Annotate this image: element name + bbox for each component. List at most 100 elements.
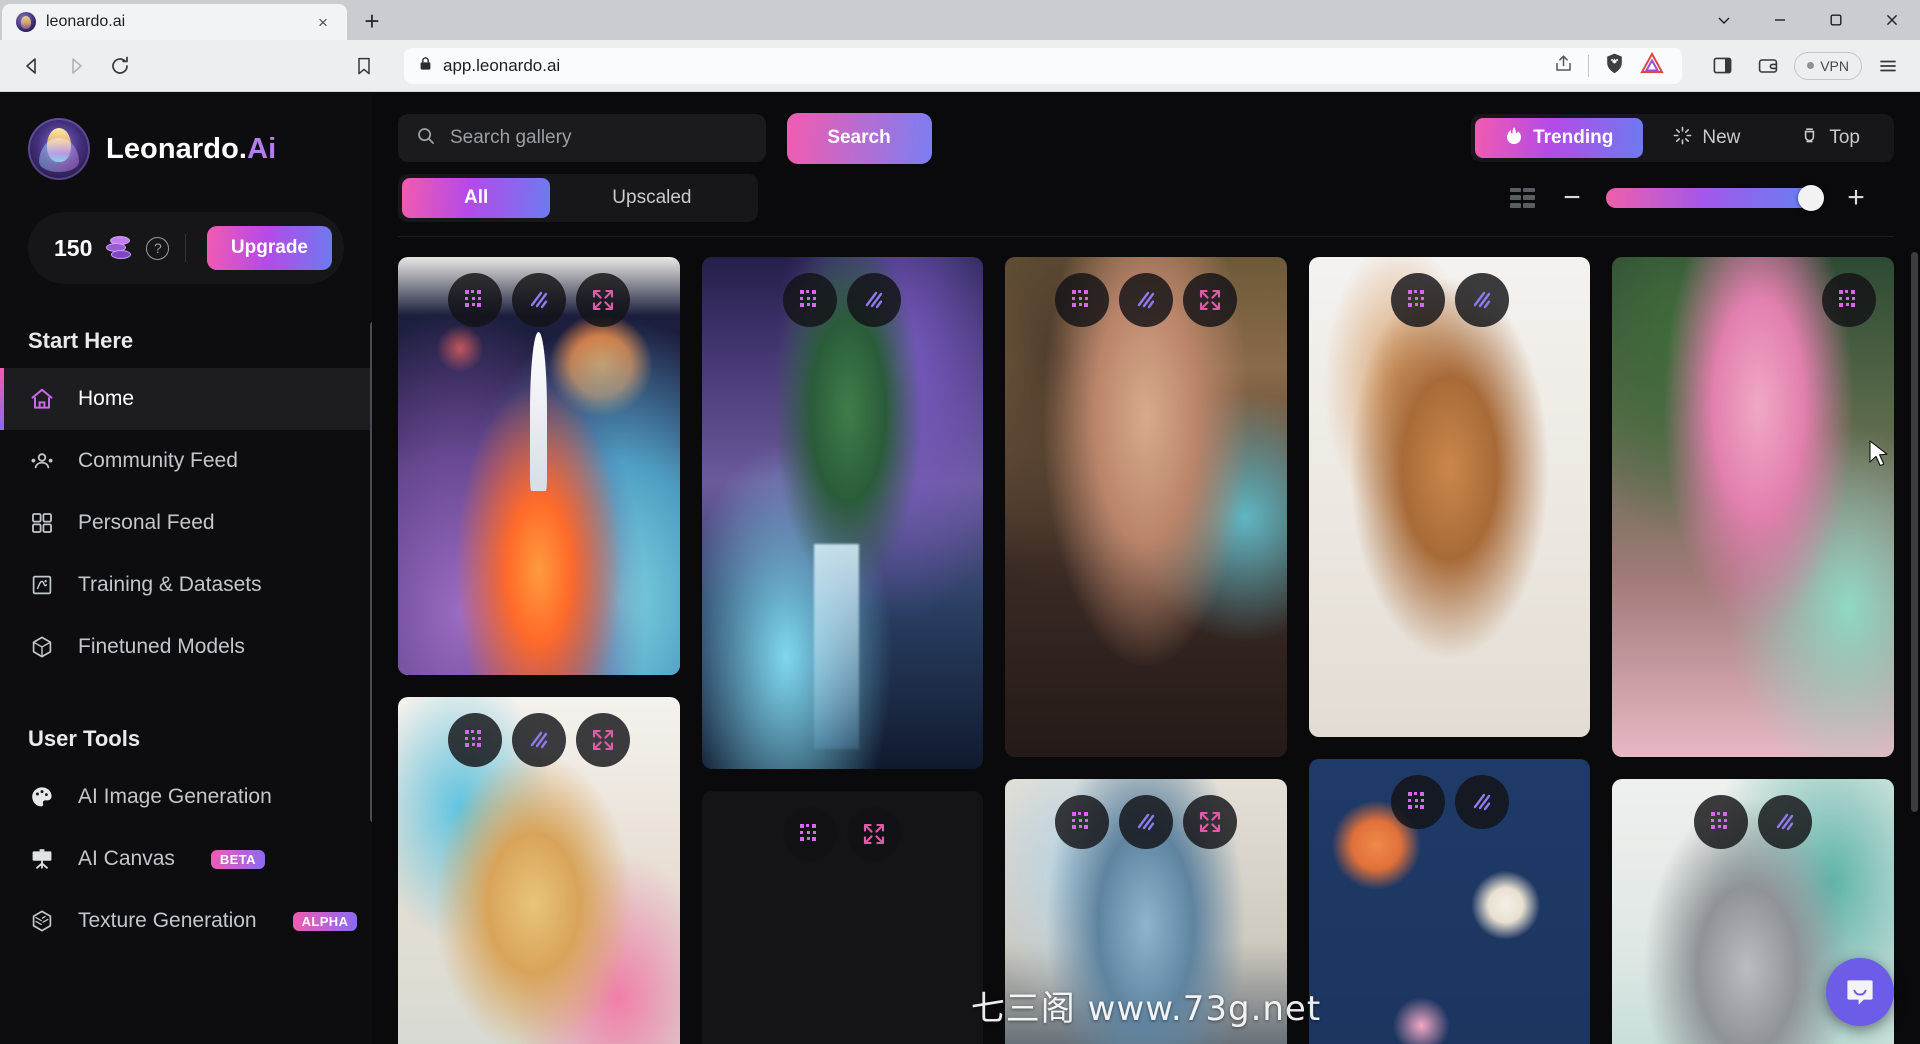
tab-close-icon[interactable]: ×	[311, 10, 335, 34]
remix-qr-icon[interactable]	[1821, 273, 1876, 327]
browser-tab[interactable]: leonardo.ai ×	[2, 4, 347, 40]
gallery-card-chihuahua-watercolor-portrait[interactable]	[1308, 257, 1591, 737]
remix-qr-icon[interactable]	[783, 807, 838, 861]
sidebar-item-ai-image-generation[interactable]: AI Image Generation	[0, 766, 372, 828]
motion-lines-icon[interactable]	[511, 273, 566, 327]
sidebar-item-training-datasets[interactable]: Training & Datasets	[0, 554, 372, 616]
forward-arrow-icon[interactable]	[56, 46, 96, 86]
window-maximize-icon[interactable]	[1808, 0, 1864, 40]
new-tab-button[interactable]: +	[355, 4, 389, 38]
sidebar-label-community-feed: Community Feed	[78, 449, 238, 472]
masonry-grid	[398, 237, 1894, 1044]
gallery-card-floral-pattern-design[interactable]	[1308, 759, 1591, 1044]
tab-strip: leonardo.ai × +	[0, 0, 1920, 40]
tab-search-chevron-down-icon[interactable]	[1696, 0, 1752, 40]
sidebar-label-home: Home	[78, 387, 135, 410]
sidebar-item-home[interactable]: Home	[0, 368, 372, 430]
tab-top[interactable]: Top	[1770, 118, 1890, 158]
motion-lines-icon[interactable]	[1454, 273, 1509, 327]
page-scrollbar[interactable]	[1911, 252, 1918, 812]
home-icon	[28, 385, 56, 413]
filter-tab-all[interactable]: All	[402, 178, 551, 218]
sidebar-label-training-datasets: Training & Datasets	[78, 573, 262, 596]
credits-panel: 150 ? Upgrade	[28, 212, 344, 284]
upgrade-button[interactable]: Upgrade	[206, 226, 332, 270]
zoom-slider[interactable]	[1606, 185, 1824, 211]
sidebar-label-ai-canvas: AI Canvas	[78, 847, 175, 870]
sidebar-item-texture-generation[interactable]: Texture Generation ALPHA	[0, 890, 372, 952]
wallet-icon[interactable]	[1748, 46, 1788, 86]
expand-arrows-icon[interactable]	[1182, 795, 1237, 849]
window-minimize-icon[interactable]	[1752, 0, 1808, 40]
expand-arrows-icon[interactable]	[575, 273, 630, 327]
lock-icon	[418, 56, 433, 76]
remix-qr-icon[interactable]	[1694, 795, 1749, 849]
reload-icon[interactable]	[100, 46, 140, 86]
url-text: app.leonardo.ai	[443, 55, 561, 75]
share-icon[interactable]	[1553, 53, 1574, 79]
zoom-slider-handle[interactable]	[1798, 185, 1824, 211]
app-page: Leonardo.Ai 150 ? Upgrade Start Here Hom…	[0, 92, 1920, 1044]
grid-layout-icon[interactable]	[1508, 185, 1538, 211]
coin-stack-icon	[106, 236, 132, 260]
card-action-overlay	[1005, 273, 1287, 327]
vpn-label: VPN	[1820, 57, 1849, 74]
window-close-icon[interactable]	[1864, 0, 1920, 40]
brave-rewards-triangle-icon[interactable]	[1640, 51, 1664, 79]
zoom-in-button[interactable]: +	[1844, 183, 1868, 213]
gallery-card-pink-hair-fairy-portrait[interactable]	[1612, 257, 1894, 757]
app-sidebar: Leonardo.Ai 150 ? Upgrade Start Here Hom…	[0, 92, 372, 1044]
address-bar[interactable]: app.leonardo.ai	[404, 47, 1683, 84]
hamburger-menu-icon[interactable]	[1868, 46, 1908, 86]
motion-lines-icon[interactable]	[511, 713, 566, 767]
remix-qr-icon[interactable]	[783, 273, 838, 327]
expand-arrows-icon[interactable]	[575, 713, 630, 767]
gallery-card-blue-haired-warrior-character-sheet[interactable]	[1005, 779, 1287, 1044]
zoom-out-button[interactable]: −	[1560, 183, 1584, 213]
expand-arrows-icon[interactable]	[1182, 273, 1237, 327]
tab-trending[interactable]: Trending	[1475, 118, 1644, 158]
flame-icon	[1505, 126, 1523, 151]
motion-lines-icon[interactable]	[1454, 775, 1509, 829]
filter-tab-upscaled[interactable]: Upscaled	[550, 178, 753, 218]
gallery-card-lion-sunglasses-watercolor[interactable]	[398, 697, 680, 1044]
sidebar-item-finetuned-models[interactable]: Finetuned Models	[0, 616, 372, 678]
card-action-overlay	[1612, 795, 1894, 849]
remix-qr-icon[interactable]	[1054, 273, 1109, 327]
remix-qr-icon[interactable]	[447, 273, 502, 327]
search-button[interactable]: Search	[786, 112, 932, 164]
vpn-status-badge[interactable]: VPN	[1794, 51, 1862, 80]
gallery-card-cosmic-tree-waterfall-landscape[interactable]	[701, 257, 984, 769]
remix-qr-icon[interactable]	[1390, 775, 1445, 829]
sidebar-label-texture-generation: Texture Generation	[78, 909, 257, 932]
remix-qr-icon[interactable]	[1390, 273, 1445, 327]
tab-new[interactable]: New	[1643, 118, 1770, 158]
gallery-card-portrait-woman-necklace[interactable]	[1005, 257, 1287, 757]
gallery-card-space-shuttle-launch-illustration[interactable]	[398, 257, 680, 675]
sidebar-item-personal-feed[interactable]: Personal Feed	[0, 492, 372, 554]
question-mark-icon[interactable]: ?	[146, 236, 170, 260]
cube-icon	[28, 633, 56, 661]
motion-lines-icon[interactable]	[847, 273, 902, 327]
remix-qr-icon[interactable]	[447, 713, 502, 767]
chat-bubble-smile-icon[interactable]	[1826, 958, 1894, 1026]
filter-tab-group: All Upscaled	[398, 174, 758, 222]
gallery-card-egyptian-hieroglyph-papyrus[interactable]	[701, 791, 984, 1044]
sidebar-item-ai-canvas[interactable]: AI Canvas BETA	[0, 828, 372, 890]
motion-lines-icon[interactable]	[1118, 795, 1173, 849]
brave-lion-icon[interactable]	[1603, 52, 1626, 80]
card-action-overlay	[1309, 775, 1591, 829]
tab-label-trending: Trending	[1533, 127, 1614, 148]
back-arrow-icon[interactable]	[12, 46, 52, 86]
sidebar-panel-icon[interactable]	[1702, 46, 1742, 86]
motion-lines-icon[interactable]	[1118, 273, 1173, 327]
gallery-toolbar: Search Trending New	[372, 92, 1920, 237]
search-gallery-field[interactable]	[398, 114, 766, 162]
remix-qr-icon[interactable]	[1054, 795, 1109, 849]
motion-lines-icon[interactable]	[1758, 795, 1813, 849]
expand-arrows-icon[interactable]	[847, 807, 902, 861]
search-input[interactable]	[450, 127, 748, 149]
bookmark-icon[interactable]	[344, 46, 384, 86]
sidebar-item-community-feed[interactable]: Community Feed	[0, 430, 372, 492]
brand-header[interactable]: Leonardo.Ai	[0, 118, 372, 180]
